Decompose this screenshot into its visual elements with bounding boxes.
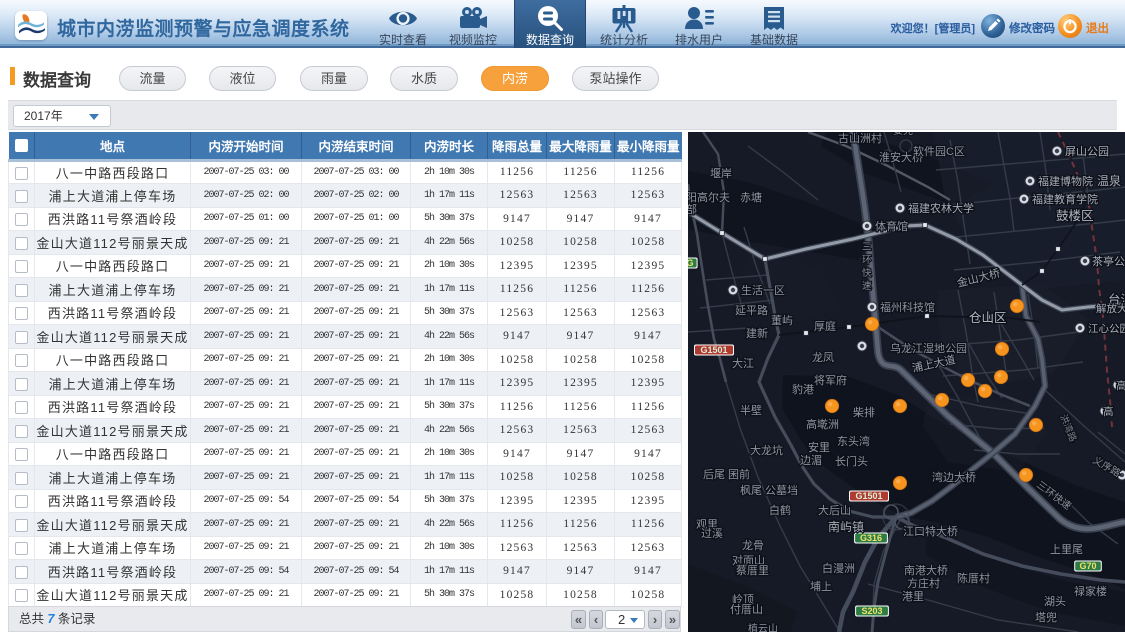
svg-text:高墘洲: 高墘洲 xyxy=(806,417,839,431)
svg-text:高: 高 xyxy=(1116,379,1125,392)
svg-text:后尾 囷前: 后尾 囷前 xyxy=(703,467,750,481)
svg-text:龙凤: 龙凤 xyxy=(812,351,834,364)
svg-text:解放大桥: 解放大桥 xyxy=(1096,302,1125,315)
svg-text:茶亭公: 茶亭公 xyxy=(1092,254,1125,268)
svg-text:G70: G70 xyxy=(1079,561,1096,571)
svg-text:温泉: 温泉 xyxy=(1097,174,1121,188)
svg-text:G: G xyxy=(688,258,694,268)
svg-text:生活一区: 生活一区 xyxy=(741,283,785,297)
svg-text:建新: 建新 xyxy=(746,326,768,340)
svg-text:安里: 安里 xyxy=(808,440,830,454)
svg-text:陈厝村: 陈厝村 xyxy=(957,571,990,585)
svg-text:大江: 大江 xyxy=(732,356,754,370)
svg-text:环: 环 xyxy=(862,255,872,266)
svg-text:柴排: 柴排 xyxy=(853,405,875,419)
svg-text:福建博物院: 福建博物院 xyxy=(1038,174,1093,188)
svg-text:董屿: 董屿 xyxy=(771,314,793,327)
svg-text:豹港: 豹港 xyxy=(792,383,814,396)
svg-text:植云山: 植云山 xyxy=(748,622,778,632)
svg-text:半壁: 半壁 xyxy=(740,403,762,417)
svg-text:禄家楼: 禄家楼 xyxy=(1074,584,1107,598)
svg-text:蔡厝里: 蔡厝里 xyxy=(736,564,769,577)
svg-text:将军府: 将军府 xyxy=(814,373,847,387)
svg-text:三: 三 xyxy=(862,242,872,253)
svg-text:屏山公园: 屏山公园 xyxy=(1065,145,1109,158)
svg-text:G1501: G1501 xyxy=(700,345,727,355)
svg-text:体育馆: 体育馆 xyxy=(875,219,908,233)
svg-text:快: 快 xyxy=(862,267,872,279)
svg-text:南屿镇: 南屿镇 xyxy=(828,519,864,534)
svg-text:G316: G316 xyxy=(860,533,882,543)
svg-text:S203: S203 xyxy=(861,606,882,616)
svg-text:湾边大桥: 湾边大桥 xyxy=(932,470,976,484)
svg-text:赤塘: 赤塘 xyxy=(740,190,762,204)
svg-text:大后山: 大后山 xyxy=(818,503,851,517)
svg-text:高: 高 xyxy=(1103,405,1114,418)
svg-text:江口特大桥: 江口特大桥 xyxy=(903,524,958,538)
svg-text:边湄: 边湄 xyxy=(800,454,822,467)
svg-text:长门头: 长门头 xyxy=(835,454,868,468)
svg-text:乌龙江湿地公园: 乌龙江湿地公园 xyxy=(890,341,967,355)
svg-text:G1501: G1501 xyxy=(855,491,882,501)
svg-text:付厝山: 付厝山 xyxy=(730,603,763,616)
svg-text:速: 速 xyxy=(862,281,872,292)
svg-text:堰岸: 堰岸 xyxy=(710,167,732,180)
svg-text:枫尾 公墓垱: 枫尾 公墓垱 xyxy=(740,483,798,497)
svg-text:大龙坑: 大龙坑 xyxy=(750,443,783,457)
svg-text:福建农林大学: 福建农林大学 xyxy=(908,201,974,215)
svg-text:白漫洲: 白漫洲 xyxy=(822,561,855,575)
svg-text:阳高尔夫: 阳高尔夫 xyxy=(688,190,730,204)
svg-text:白鹤: 白鹤 xyxy=(769,503,791,517)
svg-text:埔上: 埔上 xyxy=(810,580,832,593)
svg-text:福建教育学院: 福建教育学院 xyxy=(1032,192,1098,206)
svg-text:江心公园: 江心公园 xyxy=(1088,323,1125,335)
svg-text:上里尾: 上里尾 xyxy=(1050,543,1083,556)
svg-text:厚庭: 厚庭 xyxy=(814,319,836,333)
svg-text:龙骨: 龙骨 xyxy=(742,539,764,552)
svg-text:湖头: 湖头 xyxy=(1044,595,1066,608)
svg-text:港里: 港里 xyxy=(902,590,924,603)
svg-text:仓山区: 仓山区 xyxy=(969,311,1007,325)
svg-text:过溪: 过溪 xyxy=(701,527,723,540)
svg-text:福州科技馆: 福州科技馆 xyxy=(880,300,935,314)
svg-text:软件园C区: 软件园C区 xyxy=(913,144,965,158)
svg-text:塔兜: 塔兜 xyxy=(1035,610,1057,624)
svg-text:延平路: 延平路 xyxy=(735,304,768,317)
svg-text:南港大桥: 南港大桥 xyxy=(904,563,948,577)
svg-text:鼓楼区: 鼓楼区 xyxy=(1056,208,1094,223)
svg-text:部: 部 xyxy=(688,202,697,216)
svg-text:娄兜: 娄兜 xyxy=(893,132,913,137)
svg-text:古山洲村: 古山洲村 xyxy=(838,132,882,145)
svg-text:东头湾: 东头湾 xyxy=(837,434,870,448)
svg-text:方庄村: 方庄村 xyxy=(907,576,940,590)
